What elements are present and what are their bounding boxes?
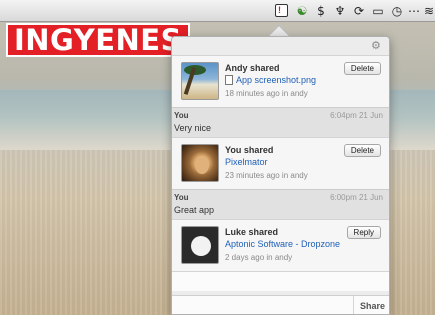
reply-bar: Share [172,295,389,314]
thumbnail-image[interactable] [181,226,219,264]
reply-button[interactable]: Reply [346,226,381,239]
thumbnail-image[interactable] [181,62,219,100]
gear-icon[interactable]: ⚙ [371,40,383,52]
sync-icon[interactable]: ☯ [294,3,310,19]
shared-title: You shared [225,145,274,155]
shared-item: You shared Pixelmator 23 minutes ago in … [172,137,389,189]
bluetooth-icon[interactable]: ♆ [332,3,348,19]
menu-bar: ! ☯ $ ♆ ⟳ ▭ ◷ ⋯ ≋ [0,0,435,22]
delete-button[interactable]: Delete [343,144,381,157]
more-icon[interactable]: ⋯ [406,3,422,19]
apple-icon [191,236,211,256]
clock-icon[interactable]: ◷ [389,3,405,19]
shared-title: Luke shared [225,227,279,237]
battery-icon[interactable]: ▭ [370,3,386,19]
comment-author: You [174,193,189,202]
dropzone-popup: ⚙ Andy shared App screenshot.png 18 minu… [171,36,390,315]
shared-meta: 18 minutes ago in andy [225,89,308,98]
shared-file-link[interactable]: App screenshot.png [225,75,316,85]
shared-item: Andy shared App screenshot.png 18 minute… [172,55,389,107]
refresh-icon[interactable]: ⟳ [351,3,367,19]
comment-author: You [174,111,189,120]
comment-time: 6:04pm 21 Jun [330,111,383,120]
dollar-icon[interactable]: $ [313,3,329,19]
comment-time: 6:00pm 21 Jun [330,193,383,202]
reply-input[interactable] [172,296,354,314]
wifi-icon[interactable]: ≋ [421,3,435,19]
delete-button[interactable]: Delete [343,62,381,75]
notification-icon[interactable]: ! [275,4,288,17]
file-icon [225,75,233,85]
thumbnail-image[interactable] [181,144,219,182]
shared-app-link[interactable]: Pixelmator [225,157,268,167]
share-button[interactable]: Share [360,301,385,311]
comment-text: Very nice [174,123,212,133]
shared-app-link[interactable]: Aptonic Software - Dropzone [225,239,340,249]
comment-item: You 6:04pm 21 Jun Very nice [172,107,389,137]
ingyenes-banner: INGYENES [6,23,191,57]
shared-title: Andy shared [225,63,280,73]
comment-item: You 6:00pm 21 Jun Great app [172,189,389,219]
shared-meta: 23 minutes ago in andy [225,171,308,180]
popup-spacer [172,271,389,291]
popup-header: ⚙ [172,37,389,55]
shared-meta: 2 days ago in andy [225,253,293,262]
lion-face [195,156,209,174]
comment-text: Great app [174,205,215,215]
shared-item: Luke shared Aptonic Software - Dropzone … [172,219,389,271]
